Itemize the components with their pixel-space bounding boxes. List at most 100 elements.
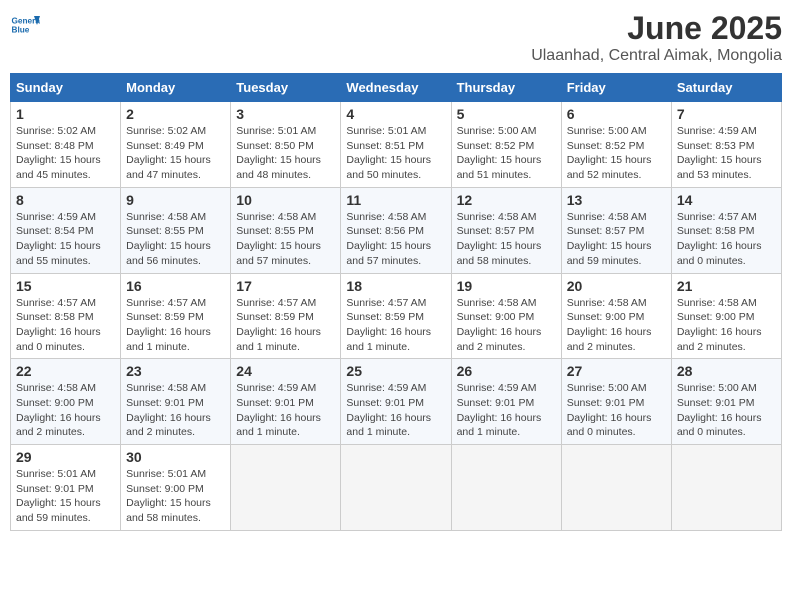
- day-number: 19: [457, 278, 556, 294]
- day-info: Sunrise: 5:00 AMSunset: 8:52 PMDaylight:…: [457, 124, 556, 183]
- svg-text:Blue: Blue: [12, 26, 30, 35]
- calendar-cell: 4Sunrise: 5:01 AMSunset: 8:51 PMDaylight…: [341, 102, 451, 188]
- calendar-cell: 2 Sunrise: 5:02 AMSunset: 8:49 PMDaylight…: [121, 102, 231, 188]
- title-block: June 2025 Ulaanhad, Central Aimak, Mongo…: [531, 10, 782, 65]
- day-info: Sunrise: 5:02 AMSunset: 8:49 PMDaylight:…: [126, 124, 225, 183]
- day-info: Sunrise: 4:58 AMSunset: 8:55 PMDaylight:…: [126, 210, 225, 269]
- calendar-cell: 27 Sunrise: 5:00 AMSunset: 9:01 PMDayligh…: [561, 359, 671, 445]
- day-number: 24: [236, 363, 335, 379]
- calendar-cell: 28Sunrise: 5:00 AMSunset: 9:01 PMDayligh…: [671, 359, 781, 445]
- weekday-header-saturday: Saturday: [671, 74, 781, 102]
- day-info: Sunrise: 5:00 AMSunset: 8:52 PMDaylight:…: [567, 124, 666, 183]
- calendar-cell: 21 Sunrise: 4:58 AMSunset: 9:00 PMDayligh…: [671, 273, 781, 359]
- calendar-cell: 29Sunrise: 5:01 AMSunset: 9:01 PMDayligh…: [11, 445, 121, 531]
- day-number: 9: [126, 192, 225, 208]
- day-number: 21: [677, 278, 776, 294]
- calendar-cell: 12 Sunrise: 4:58 AMSunset: 8:57 PMDayligh…: [451, 187, 561, 273]
- day-info: Sunrise: 4:58 AMSunset: 9:00 PMDaylight:…: [677, 296, 776, 355]
- day-number: 25: [346, 363, 445, 379]
- day-number: 15: [16, 278, 115, 294]
- day-info: Sunrise: 4:58 AMSunset: 9:00 PMDaylight:…: [457, 296, 556, 355]
- calendar-cell: 8 Sunrise: 4:59 AMSunset: 8:54 PMDaylight…: [11, 187, 121, 273]
- week-row-2: 8 Sunrise: 4:59 AMSunset: 8:54 PMDaylight…: [11, 187, 782, 273]
- day-info: Sunrise: 5:00 AMSunset: 9:01 PMDaylight:…: [677, 381, 776, 440]
- day-number: 12: [457, 192, 556, 208]
- calendar-cell: 1 Sunrise: 5:02 AMSunset: 8:48 PMDaylight…: [11, 102, 121, 188]
- calendar-cell: [451, 445, 561, 531]
- day-number: 26: [457, 363, 556, 379]
- day-info: Sunrise: 4:58 AMSunset: 8:55 PMDaylight:…: [236, 210, 335, 269]
- weekday-header-row: SundayMondayTuesdayWednesdayThursdayFrid…: [11, 74, 782, 102]
- day-number: 17: [236, 278, 335, 294]
- week-row-1: 1 Sunrise: 5:02 AMSunset: 8:48 PMDaylight…: [11, 102, 782, 188]
- day-number: 8: [16, 192, 115, 208]
- day-info: Sunrise: 5:00 AMSunset: 9:01 PMDaylight:…: [567, 381, 666, 440]
- page-header: General Blue June 2025 Ulaanhad, Central…: [10, 10, 782, 65]
- day-info: Sunrise: 4:58 AMSunset: 8:56 PMDaylight:…: [346, 210, 445, 269]
- calendar-cell: 30Sunrise: 5:01 AMSunset: 9:00 PMDayligh…: [121, 445, 231, 531]
- day-info: Sunrise: 4:59 AMSunset: 9:01 PMDaylight:…: [236, 381, 335, 440]
- day-number: 23: [126, 363, 225, 379]
- calendar-cell: 22Sunrise: 4:58 AMSunset: 9:00 PMDayligh…: [11, 359, 121, 445]
- day-info: Sunrise: 5:01 AMSunset: 8:51 PMDaylight:…: [346, 124, 445, 183]
- calendar-cell: 3 Sunrise: 5:01 AMSunset: 8:50 PMDaylight…: [231, 102, 341, 188]
- week-row-3: 15 Sunrise: 4:57 AMSunset: 8:58 PMDayligh…: [11, 273, 782, 359]
- calendar-cell: 25Sunrise: 4:59 AMSunset: 9:01 PMDayligh…: [341, 359, 451, 445]
- day-number: 6: [567, 106, 666, 122]
- day-info: Sunrise: 5:01 AMSunset: 8:50 PMDaylight:…: [236, 124, 335, 183]
- calendar-cell: 23 Sunrise: 4:58 AMSunset: 9:01 PMDayligh…: [121, 359, 231, 445]
- day-number: 22: [16, 363, 115, 379]
- logo: General Blue: [10, 10, 40, 40]
- calendar-cell: 16 Sunrise: 4:57 AMSunset: 8:59 PMDayligh…: [121, 273, 231, 359]
- day-info: Sunrise: 4:57 AMSunset: 8:58 PMDaylight:…: [16, 296, 115, 355]
- day-number: 3: [236, 106, 335, 122]
- weekday-header-sunday: Sunday: [11, 74, 121, 102]
- calendar-table: SundayMondayTuesdayWednesdayThursdayFrid…: [10, 73, 782, 531]
- weekday-header-monday: Monday: [121, 74, 231, 102]
- day-number: 10: [236, 192, 335, 208]
- calendar-cell: 13Sunrise: 4:58 AMSunset: 8:57 PMDayligh…: [561, 187, 671, 273]
- week-row-5: 29Sunrise: 5:01 AMSunset: 9:01 PMDayligh…: [11, 445, 782, 531]
- day-info: Sunrise: 4:58 AMSunset: 8:57 PMDaylight:…: [457, 210, 556, 269]
- weekday-header-wednesday: Wednesday: [341, 74, 451, 102]
- week-row-4: 22Sunrise: 4:58 AMSunset: 9:00 PMDayligh…: [11, 359, 782, 445]
- day-number: 16: [126, 278, 225, 294]
- day-number: 7: [677, 106, 776, 122]
- main-title: June 2025: [531, 10, 782, 47]
- calendar-cell: 11 Sunrise: 4:58 AMSunset: 8:56 PMDayligh…: [341, 187, 451, 273]
- day-number: 27: [567, 363, 666, 379]
- day-info: Sunrise: 4:59 AMSunset: 9:01 PMDaylight:…: [457, 381, 556, 440]
- day-info: Sunrise: 4:57 AMSunset: 8:59 PMDaylight:…: [346, 296, 445, 355]
- calendar-cell: [561, 445, 671, 531]
- calendar-cell: [671, 445, 781, 531]
- calendar-cell: [341, 445, 451, 531]
- day-info: Sunrise: 4:58 AMSunset: 9:01 PMDaylight:…: [126, 381, 225, 440]
- day-number: 18: [346, 278, 445, 294]
- logo-icon: General Blue: [10, 10, 40, 40]
- day-number: 1: [16, 106, 115, 122]
- day-info: Sunrise: 4:57 AMSunset: 8:59 PMDaylight:…: [126, 296, 225, 355]
- weekday-header-tuesday: Tuesday: [231, 74, 341, 102]
- day-info: Sunrise: 4:58 AMSunset: 9:00 PMDaylight:…: [567, 296, 666, 355]
- calendar-cell: 19 Sunrise: 4:58 AMSunset: 9:00 PMDayligh…: [451, 273, 561, 359]
- day-number: 5: [457, 106, 556, 122]
- calendar-cell: 17Sunrise: 4:57 AMSunset: 8:59 PMDayligh…: [231, 273, 341, 359]
- calendar-cell: 14Sunrise: 4:57 AMSunset: 8:58 PMDayligh…: [671, 187, 781, 273]
- calendar-cell: 24 Sunrise: 4:59 AMSunset: 9:01 PMDayligh…: [231, 359, 341, 445]
- calendar-cell: 18 Sunrise: 4:57 AMSunset: 8:59 PMDayligh…: [341, 273, 451, 359]
- calendar-cell: 10 Sunrise: 4:58 AMSunset: 8:55 PMDayligh…: [231, 187, 341, 273]
- subtitle: Ulaanhad, Central Aimak, Mongolia: [531, 47, 782, 65]
- weekday-header-friday: Friday: [561, 74, 671, 102]
- day-number: 2: [126, 106, 225, 122]
- day-info: Sunrise: 5:02 AMSunset: 8:48 PMDaylight:…: [16, 124, 115, 183]
- weekday-header-thursday: Thursday: [451, 74, 561, 102]
- calendar-cell: 15 Sunrise: 4:57 AMSunset: 8:58 PMDayligh…: [11, 273, 121, 359]
- day-number: 11: [346, 192, 445, 208]
- day-info: Sunrise: 4:59 AMSunset: 8:54 PMDaylight:…: [16, 210, 115, 269]
- day-info: Sunrise: 5:01 AMSunset: 9:01 PMDaylight:…: [16, 467, 115, 526]
- day-info: Sunrise: 4:57 AMSunset: 8:58 PMDaylight:…: [677, 210, 776, 269]
- calendar-cell: 26 Sunrise: 4:59 AMSunset: 9:01 PMDayligh…: [451, 359, 561, 445]
- day-number: 30: [126, 449, 225, 465]
- day-number: 13: [567, 192, 666, 208]
- calendar-cell: [231, 445, 341, 531]
